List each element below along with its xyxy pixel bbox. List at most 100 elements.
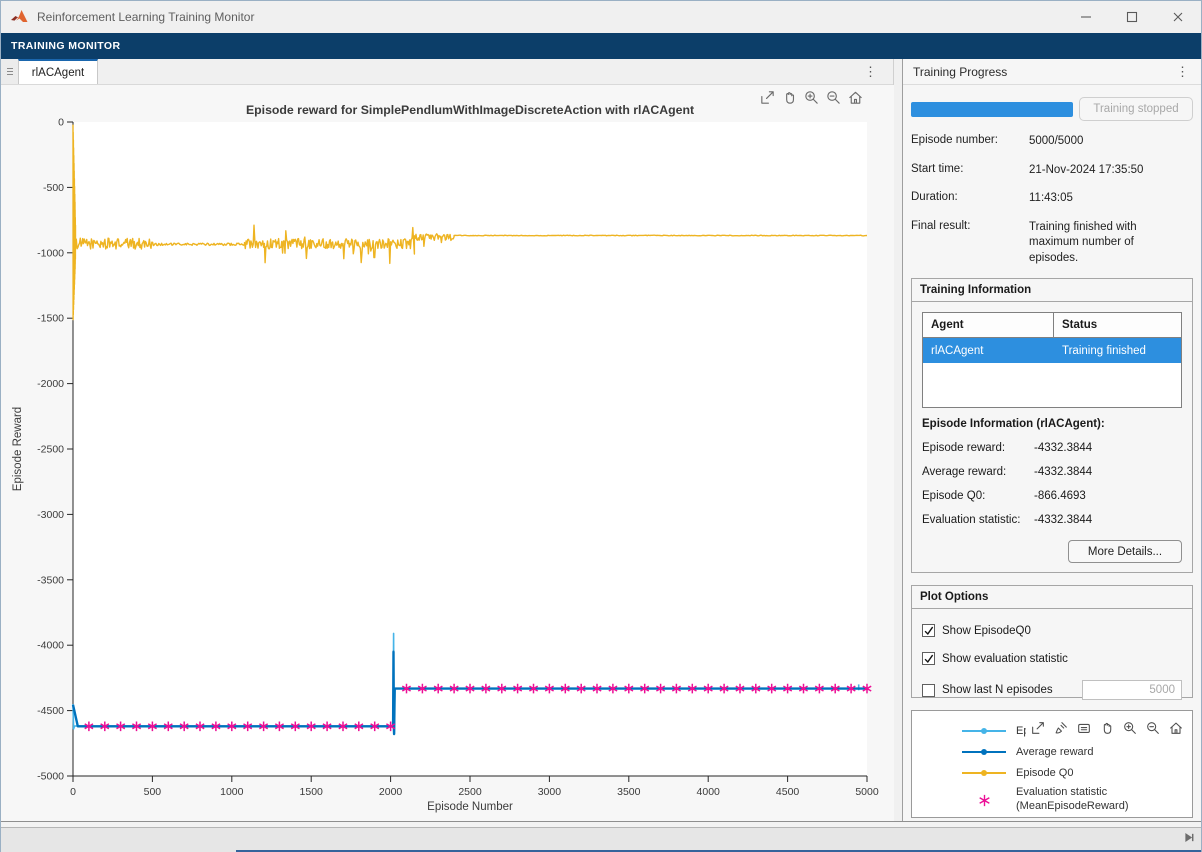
- group-title: Plot Options: [912, 586, 1192, 609]
- window-title: Reinforcement Learning Training Monitor: [37, 10, 254, 24]
- table-row[interactable]: rlACAgent Training finished: [923, 338, 1181, 363]
- svg-text:-2000: -2000: [37, 378, 64, 390]
- svg-text:1000: 1000: [220, 786, 244, 798]
- legend-panel: Episode reward Average reward Episode Q0: [911, 710, 1193, 818]
- start-time-row: Start time: 21-Nov-2024 17:35:50: [911, 163, 1193, 179]
- svg-text:5000: 5000: [855, 786, 879, 798]
- svg-text:-500: -500: [43, 182, 64, 194]
- checkbox-label: Show evaluation statistic: [942, 653, 1068, 665]
- skip-to-end-icon[interactable]: [1184, 830, 1195, 848]
- episode-reward-row: Episode reward: -4332.3844: [922, 442, 1182, 454]
- training-information-group: Training Information Agent Status rlACAg…: [911, 278, 1193, 573]
- field-label: Start time:: [911, 163, 1029, 179]
- field-label: Episode Q0:: [922, 490, 1034, 502]
- legend-line-sample: [962, 726, 1006, 736]
- field-value: Training finished with maximum number of…: [1029, 220, 1181, 267]
- tab-strip-menu-icon[interactable]: ⋮: [860, 64, 881, 80]
- panel-title: Training Progress: [913, 65, 1007, 79]
- app-window: Reinforcement Learning Training Monitor …: [0, 0, 1202, 852]
- pan-icon[interactable]: [1097, 718, 1117, 738]
- tab-bar: rlACAgent ⋮: [1, 59, 893, 85]
- svg-text:4500: 4500: [776, 786, 800, 798]
- svg-text:3000: 3000: [538, 786, 562, 798]
- svg-text:-1000: -1000: [37, 247, 64, 259]
- legend-line-sample: [962, 768, 1006, 778]
- toolstrip: TRAINING MONITOR: [1, 33, 1201, 59]
- svg-text:-3500: -3500: [37, 574, 64, 586]
- svg-text:0: 0: [58, 117, 64, 129]
- export-icon[interactable]: [1028, 718, 1048, 738]
- agent-status-table: Agent Status rlACAgent Training finished: [922, 312, 1182, 408]
- legend-item-average-reward[interactable]: Average reward: [962, 741, 1192, 762]
- close-button[interactable]: [1155, 1, 1201, 33]
- zoom-out-icon[interactable]: [823, 87, 843, 107]
- field-value: -4332.3844: [1034, 514, 1092, 526]
- column-header-agent[interactable]: Agent: [923, 313, 1054, 338]
- field-value: 5000/5000: [1029, 134, 1181, 150]
- field-label: Evaluation statistic:: [922, 514, 1034, 526]
- legend-item-evaluation-statistic[interactable]: Evaluation statistic (MeanEpisodeReward): [962, 783, 1192, 817]
- legend-item-episode-q0[interactable]: Episode Q0: [962, 762, 1192, 783]
- home-icon[interactable]: [845, 87, 865, 107]
- export-icon[interactable]: [757, 87, 777, 107]
- field-value: -866.4693: [1034, 490, 1086, 502]
- svg-text:Episode Number: Episode Number: [427, 801, 513, 813]
- svg-text:2500: 2500: [458, 786, 482, 798]
- progress-bar-fill: [911, 102, 1073, 117]
- episode-number-row: Episode number: 5000/5000: [911, 134, 1193, 150]
- panel-menu-icon[interactable]: ⋮: [1172, 64, 1193, 80]
- column-header-status[interactable]: Status: [1054, 313, 1181, 338]
- n-episodes-input[interactable]: [1082, 680, 1182, 700]
- minimize-button[interactable]: [1063, 1, 1109, 33]
- field-label: Duration:: [911, 191, 1029, 207]
- legend-label: Average reward: [1016, 746, 1093, 758]
- field-value: -4332.3844: [1034, 466, 1092, 478]
- toolstrip-tab-label[interactable]: TRAINING MONITOR: [11, 40, 120, 52]
- tab-label: rlACAgent: [32, 67, 84, 79]
- evaluation-statistic-row: Evaluation statistic: -4332.3844: [922, 514, 1182, 526]
- duration-row: Duration: 11:43:05: [911, 191, 1193, 207]
- legend-line-sample: [962, 747, 1006, 757]
- zoom-in-icon[interactable]: [801, 87, 821, 107]
- drag-grip-icon[interactable]: [1, 59, 18, 84]
- legend-label: Episode Q0: [1016, 767, 1073, 779]
- checkbox-label: Show last N episodes: [942, 684, 1053, 696]
- pan-icon[interactable]: [779, 87, 799, 107]
- svg-text:-4000: -4000: [37, 640, 64, 652]
- data-tips-icon[interactable]: [1074, 718, 1094, 738]
- svg-text:-1500: -1500: [37, 313, 64, 325]
- svg-text:Episode reward for SimplePendl: Episode reward for SimplePendlumWithImag…: [246, 103, 694, 117]
- tab-rlacagent[interactable]: rlACAgent: [18, 59, 98, 84]
- brush-icon[interactable]: [1051, 718, 1071, 738]
- svg-text:0: 0: [70, 786, 76, 798]
- table-empty-area: [923, 363, 1181, 407]
- show-last-n-episodes-checkbox[interactable]: Show last N episodes: [922, 680, 1182, 700]
- home-icon[interactable]: [1166, 718, 1186, 738]
- field-value: 21-Nov-2024 17:35:50: [1029, 163, 1181, 179]
- svg-text:3500: 3500: [617, 786, 641, 798]
- asterisk-marker-icon: [962, 794, 1006, 807]
- svg-text:-2500: -2500: [37, 444, 64, 456]
- legend-label: Evaluation statistic (MeanEpisodeReward): [1016, 786, 1176, 814]
- field-label: Average reward:: [922, 466, 1034, 478]
- more-details-button[interactable]: More Details...: [1068, 540, 1182, 563]
- show-episodeq0-checkbox[interactable]: Show EpisodeQ0: [922, 624, 1182, 637]
- zoom-in-icon[interactable]: [1120, 718, 1140, 738]
- zoom-out-icon[interactable]: [1143, 718, 1163, 738]
- title-bar: Reinforcement Learning Training Monitor: [1, 1, 1201, 33]
- svg-text:1500: 1500: [300, 786, 324, 798]
- axes-toolbar: [757, 87, 865, 107]
- final-result-row: Final result: Training finished with max…: [911, 220, 1193, 267]
- field-value: 11:43:05: [1029, 191, 1181, 207]
- checkbox-label: Show EpisodeQ0: [942, 625, 1031, 637]
- svg-text:-5000: -5000: [37, 771, 64, 783]
- svg-text:2000: 2000: [379, 786, 403, 798]
- svg-text:-4500: -4500: [37, 705, 64, 717]
- checkbox-icon: [922, 652, 935, 665]
- document-area: rlACAgent ⋮: [1, 59, 894, 821]
- panel-divider[interactable]: [894, 59, 903, 821]
- show-evaluation-statistic-checkbox[interactable]: Show evaluation statistic: [922, 652, 1182, 665]
- maximize-button[interactable]: [1109, 1, 1155, 33]
- average-reward-row: Average reward: -4332.3844: [922, 466, 1182, 478]
- svg-text:-3000: -3000: [37, 509, 64, 521]
